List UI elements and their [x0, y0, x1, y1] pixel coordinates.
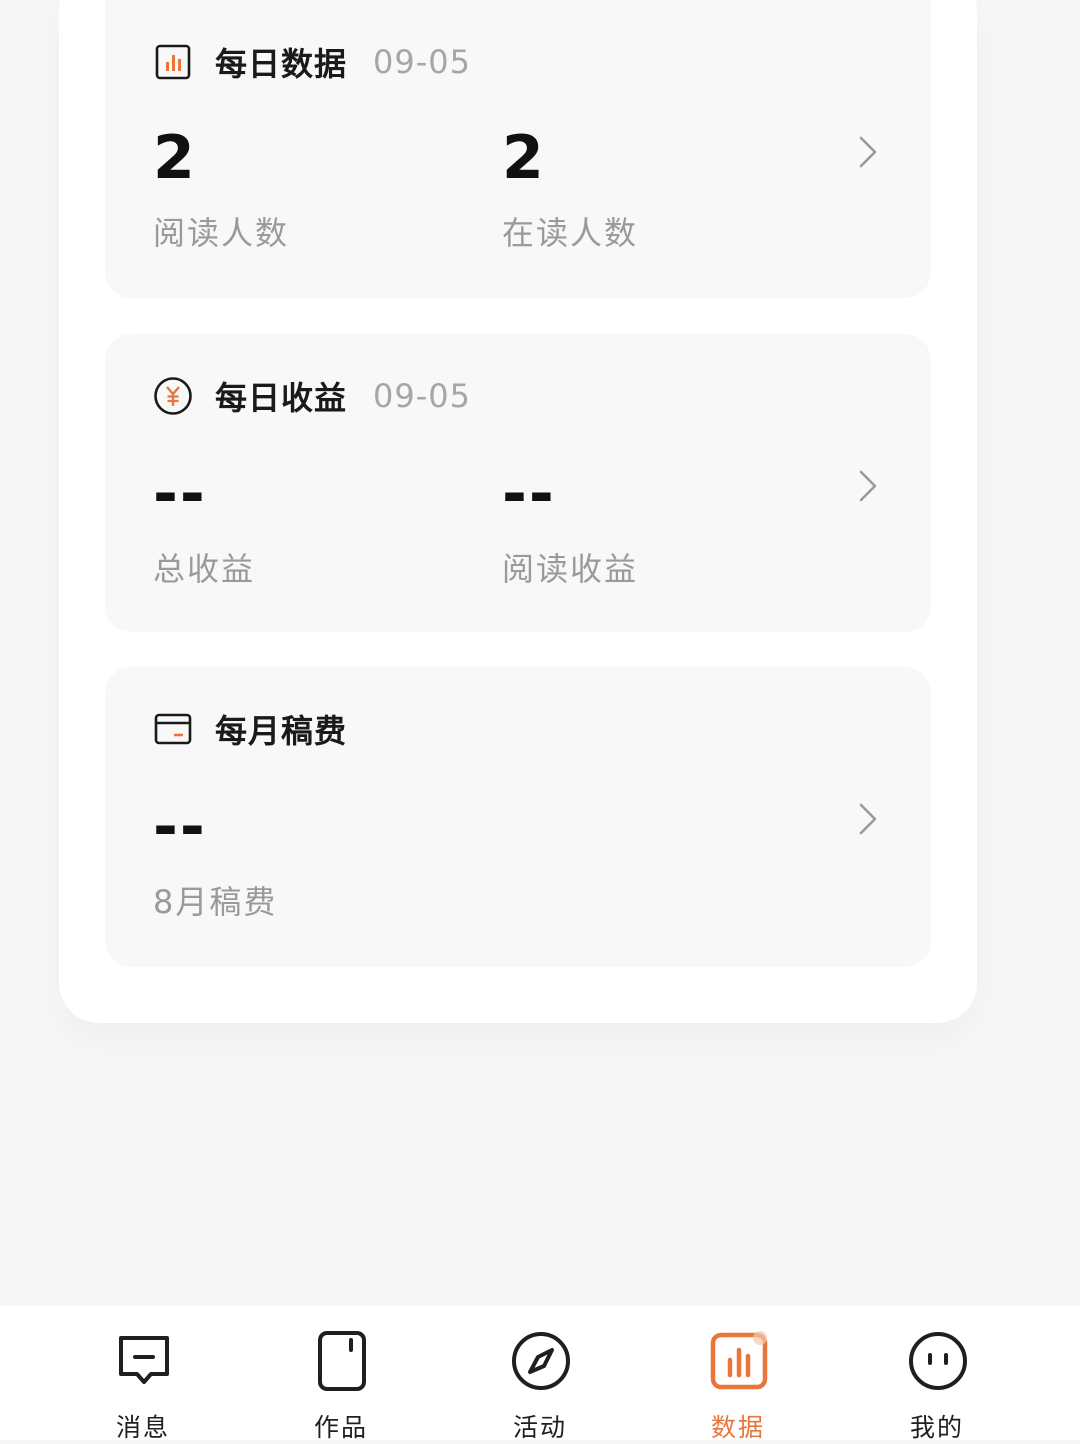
message-icon [119, 1336, 169, 1384]
chevron-right-icon[interactable] [857, 132, 879, 172]
tab-label: 数据 [710, 1413, 765, 1442]
card-title: 每日收益 [215, 379, 348, 417]
works-icon [318, 1331, 366, 1391]
bottom-tab-bar: 消息 作品 活动 数据 我的 [0, 1306, 1080, 1442]
monthly-fee-header: 每月稿费 [153, 707, 347, 751]
data-chart-icon [710, 1331, 768, 1390]
tab-label: 作品 [313, 1413, 368, 1442]
stat-total-income: -- 总收益 [153, 454, 255, 590]
bar-chart-icon [153, 42, 193, 82]
tab-data[interactable]: 数据 [638, 1306, 838, 1442]
stat-value: -- [153, 792, 207, 862]
compass-icon [512, 1332, 570, 1390]
daily-income-card[interactable]: 每日收益 09-05 -- 总收益 -- 阅读收益 [105, 334, 931, 632]
yuan-coin-icon [153, 376, 193, 416]
profile-face-icon [909, 1332, 967, 1390]
tab-profile[interactable]: 我的 [837, 1306, 1037, 1442]
stat-current-readers: 2 在读人数 [502, 118, 638, 254]
stat-label: 总收益 [153, 550, 256, 588]
daily-data-card[interactable]: 每日数据 09-05 2 阅读人数 2 在读人数 [105, 0, 931, 298]
stat-label: 阅读人数 [153, 214, 290, 252]
card-date: 09-05 [373, 377, 471, 415]
daily-data-header: 每日数据 09-05 [153, 40, 471, 84]
tab-activity[interactable]: 活动 [440, 1306, 640, 1442]
stat-value: 2 [153, 123, 195, 193]
chevron-right-icon[interactable] [857, 799, 879, 839]
tab-messages[interactable]: 消息 [43, 1306, 243, 1442]
stat-value: -- [153, 459, 207, 529]
wallet-card-icon [153, 709, 193, 749]
tab-works[interactable]: 作品 [241, 1306, 441, 1442]
stat-monthly-fee: -- 8月稿费 [153, 787, 277, 923]
card-title: 每月稿费 [215, 712, 348, 750]
chevron-right-icon[interactable] [857, 466, 879, 506]
tab-label: 消息 [115, 1413, 170, 1442]
stat-label: 阅读收益 [502, 550, 639, 588]
stat-value: -- [502, 459, 556, 529]
card-title: 每日数据 [215, 45, 348, 83]
stat-readers: 2 阅读人数 [153, 118, 289, 254]
stat-reading-income: -- 阅读收益 [502, 454, 638, 590]
card-date: 09-05 [373, 43, 471, 81]
tab-label: 我的 [909, 1413, 964, 1442]
stat-label: 在读人数 [502, 214, 639, 252]
daily-income-header: 每日收益 09-05 [153, 374, 471, 418]
monthly-fee-card[interactable]: 每月稿费 -- 8月稿费 [105, 667, 931, 967]
stat-label: 8月稿费 [153, 883, 278, 921]
tab-label: 活动 [512, 1413, 567, 1442]
stat-value: 2 [502, 123, 544, 193]
